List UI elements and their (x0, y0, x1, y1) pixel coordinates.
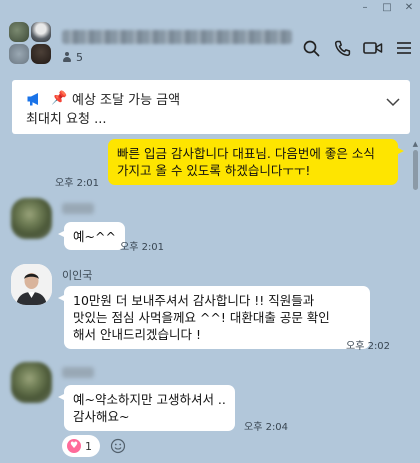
message-time: 오후 2:02 (346, 341, 391, 352)
sender-avatar[interactable] (11, 198, 52, 239)
scrollbar-thumb[interactable] (413, 150, 418, 190)
window-controls: – □ ✕ (354, 0, 420, 14)
message-bubble-incoming[interactable]: 예~약소하지만 고생하셔서 .. 감사해요~ (58, 385, 235, 431)
heart-icon: ♥ (67, 439, 81, 453)
person-icon (62, 52, 72, 63)
message-time: 오후 2:01 (55, 178, 100, 189)
group-avatar[interactable] (9, 22, 51, 64)
scroll-up-icon[interactable]: ▲ (413, 140, 418, 148)
avatar (31, 44, 51, 64)
message-text: 예~^^ (73, 229, 116, 244)
header-toolbar (301, 38, 414, 58)
close-button[interactable]: ✕ (398, 0, 420, 14)
message-text: 해서 안내드리겠습니다 ! (73, 327, 201, 342)
message-text: 예~약소하지만 고생하셔서 .. (73, 392, 226, 407)
message-text: 빠른 입금 감사합니다 대표님. 다음번에 좋은 소식 (117, 146, 375, 161)
sender-avatar[interactable] (11, 362, 52, 403)
reaction-badge[interactable]: ♥ 1 (62, 435, 100, 457)
message-time: 오후 2:01 (120, 242, 165, 253)
notice-body: 최대치 요청 ... (26, 112, 107, 127)
phone-icon[interactable] (332, 38, 352, 58)
maximize-button[interactable]: □ (376, 0, 398, 14)
message-bubble-incoming[interactable]: 10만원 더 보내주셔서 감사합니다 !! 직원들과 맛있는 점심 사먹을께요 … (58, 286, 370, 349)
avatar (31, 22, 51, 42)
minimize-button[interactable]: – (354, 0, 376, 14)
sender-name: ████ (62, 367, 94, 378)
message-text: 감사해요~ (73, 409, 130, 424)
pin-icon: 📌 (51, 91, 68, 106)
chat-header: ██ ███ ███ █████ ████ 5 (0, 14, 420, 72)
menu-icon[interactable] (394, 38, 414, 58)
message-text: 맛있는 점심 사먹을께요 ^^! 대환대출 공문 확인 (73, 310, 330, 325)
message-time: 오후 2:04 (244, 422, 289, 433)
member-count[interactable]: 5 (62, 51, 83, 64)
room-title: ██ ███ ███ █████ ████ (62, 30, 292, 44)
sender-avatar[interactable] (11, 264, 52, 305)
message-text: 10만원 더 보내주셔서 감사합니다 !! 직원들과 (73, 293, 315, 308)
sender-name: ████ (62, 203, 94, 214)
message-text: 가지고 올 수 있도록 하겠습니다ㅜㅜ! (117, 163, 311, 178)
message-bubble-outgoing[interactable]: 빠른 입금 감사합니다 대표님. 다음번에 좋은 소식 가지고 올 수 있도록 … (108, 139, 404, 185)
member-count-label: 5 (76, 51, 83, 64)
pinned-notice[interactable]: 📌 예상 조달 가능 금액 최대치 요청 ... (12, 80, 410, 134)
reaction-count: 1 (85, 439, 92, 453)
notice-title: 예상 조달 가능 금액 (72, 93, 181, 108)
sender-name: 이인국 (62, 269, 93, 282)
add-reaction-icon[interactable] (110, 438, 126, 458)
avatar (9, 22, 29, 42)
search-icon[interactable] (301, 38, 321, 58)
video-call-icon[interactable] (363, 38, 383, 58)
chevron-down-icon[interactable] (386, 92, 400, 111)
avatar (9, 44, 29, 64)
message-bubble-incoming[interactable]: 예~^^ (58, 222, 125, 250)
